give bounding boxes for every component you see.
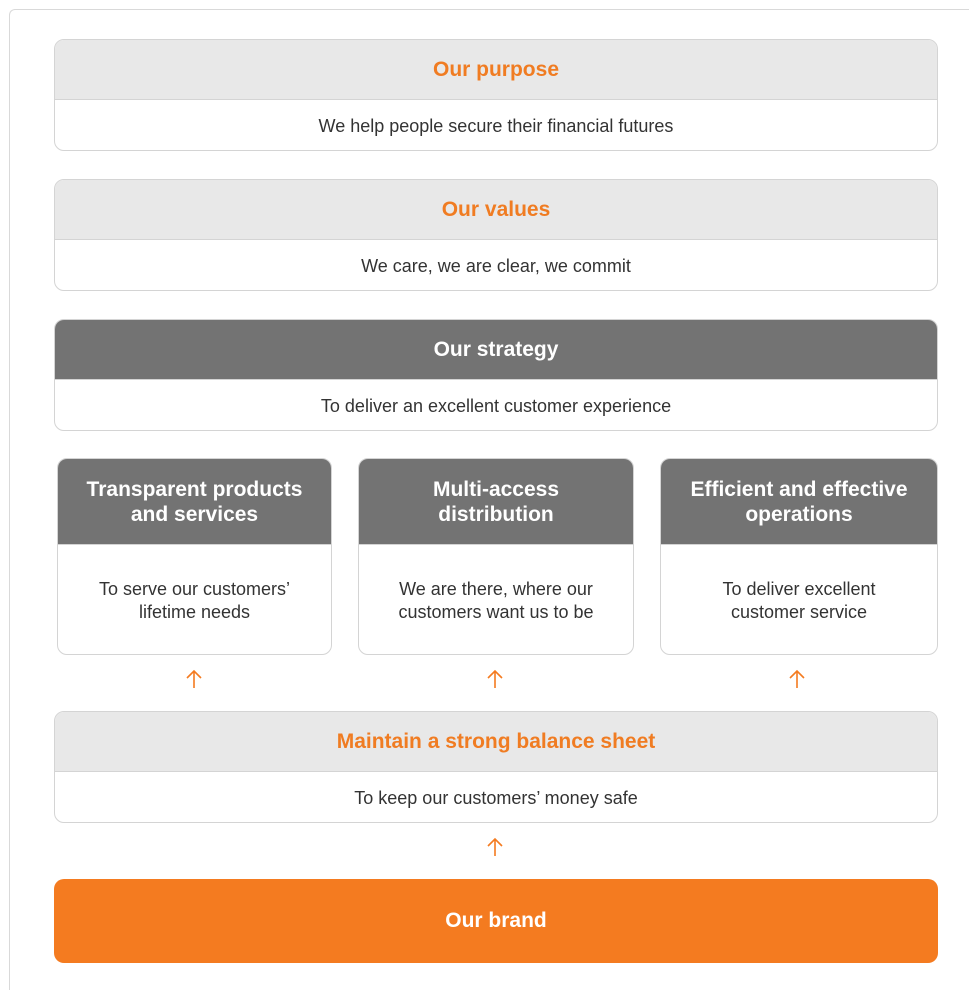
- pillar-text: To serve our customers’ lifetime needs: [58, 544, 331, 654]
- purpose-card: Our purpose We help people secure their …: [54, 39, 938, 151]
- pillar-card-products: Transparent products and services To ser…: [57, 458, 332, 655]
- pillar-title: Efficient and effective operations: [661, 459, 937, 544]
- balance-text: To keep our customers’ money safe: [55, 771, 937, 822]
- brand-banner: Our brand: [54, 879, 938, 963]
- values-title: Our values: [55, 180, 937, 239]
- arrow-up-icon: [487, 669, 503, 688]
- balance-title: Maintain a strong balance sheet: [55, 712, 937, 771]
- brand-label: Our brand: [445, 909, 547, 932]
- strategy-title: Our strategy: [55, 320, 937, 379]
- pillar-card-operations: Efficient and effective operations To de…: [660, 458, 938, 655]
- arrow-up-icon: [186, 669, 202, 688]
- pillar-card-distribution: Multi-access distribution We are there, …: [358, 458, 634, 655]
- values-text: We care, we are clear, we commit: [55, 239, 937, 290]
- arrow-up-icon: [789, 669, 805, 688]
- purpose-text: We help people secure their financial fu…: [55, 99, 937, 150]
- balance-card: Maintain a strong balance sheet To keep …: [54, 711, 938, 823]
- pillar-title: Transparent products and services: [58, 459, 331, 544]
- strategy-text: To deliver an excellent customer experie…: [55, 379, 937, 430]
- arrow-up-icon: [487, 837, 503, 856]
- pillar-title: Multi-access distribution: [359, 459, 633, 544]
- values-card: Our values We care, we are clear, we com…: [54, 179, 938, 291]
- strategy-card: Our strategy To deliver an excellent cus…: [54, 319, 938, 431]
- purpose-title: Our purpose: [55, 40, 937, 99]
- pillar-text: To deliver excellent customer service: [661, 544, 937, 654]
- pillar-text: We are there, where our customers want u…: [359, 544, 633, 654]
